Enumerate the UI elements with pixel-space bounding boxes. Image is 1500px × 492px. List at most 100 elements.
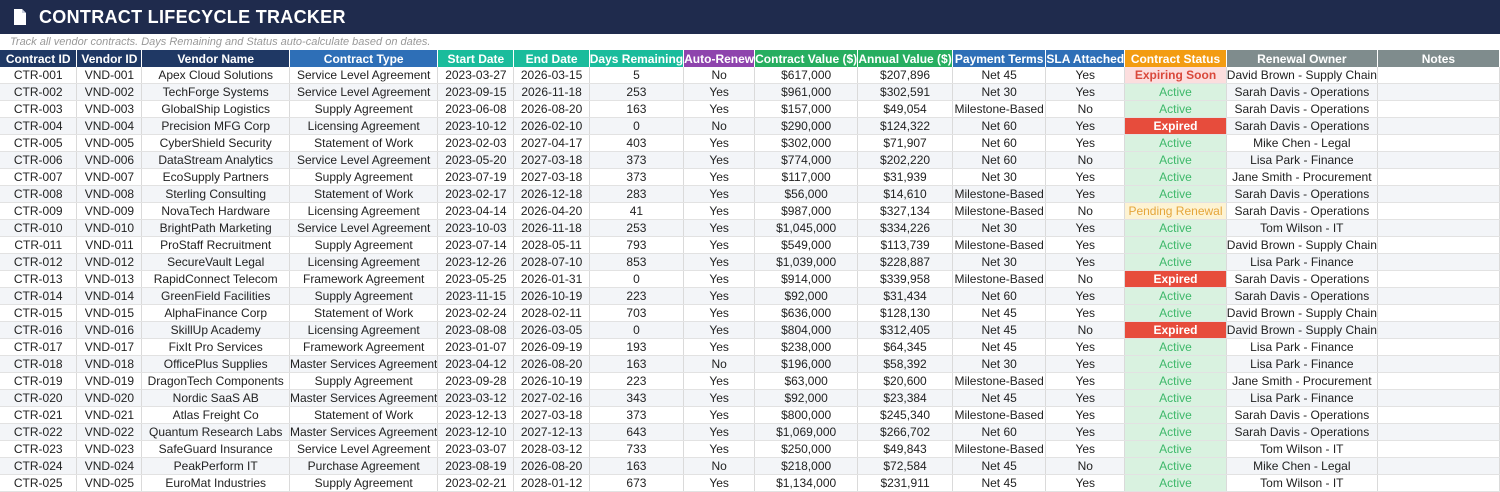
col-header-vendor-id[interactable]: Vendor ID xyxy=(76,50,143,67)
start-date-cell[interactable]: 2023-11-15 xyxy=(437,287,515,305)
annual-value-cell[interactable]: $49,054 xyxy=(857,100,953,118)
vendor-name-cell[interactable]: Sterling Consulting xyxy=(141,185,290,203)
end-date-cell[interactable]: 2027-02-16 xyxy=(513,389,590,407)
annual-value-cell[interactable]: $327,134 xyxy=(857,202,953,220)
contract-id-cell[interactable]: CTR-017 xyxy=(0,338,78,356)
days-remaining-cell[interactable]: 793 xyxy=(589,236,685,254)
contract-status-cell[interactable]: Active xyxy=(1124,100,1227,118)
payment-terms-cell[interactable]: Milestone-Based xyxy=(952,406,1047,424)
sla-attached-cell[interactable]: Yes xyxy=(1045,83,1126,101)
payment-terms-cell[interactable]: Net 45 xyxy=(952,67,1047,84)
start-date-cell[interactable]: 2023-10-03 xyxy=(437,219,515,237)
end-date-cell[interactable]: 2026-09-19 xyxy=(513,338,590,356)
contract-status-cell[interactable]: Active xyxy=(1124,287,1227,305)
vendor-name-cell[interactable]: Atlas Freight Co xyxy=(141,406,290,424)
payment-terms-cell[interactable]: Milestone-Based xyxy=(952,100,1047,118)
days-remaining-cell[interactable]: 673 xyxy=(589,474,685,492)
start-date-cell[interactable]: 2023-08-19 xyxy=(437,457,515,475)
contract-id-cell[interactable]: CTR-012 xyxy=(0,253,78,271)
notes-cell[interactable] xyxy=(1377,372,1500,390)
auto-renew-cell[interactable]: Yes xyxy=(683,338,756,356)
notes-cell[interactable] xyxy=(1377,304,1500,322)
vendor-name-cell[interactable]: Nordic SaaS AB xyxy=(141,389,290,407)
auto-renew-cell[interactable]: Yes xyxy=(683,185,756,203)
contract-value-cell[interactable]: $92,000 xyxy=(754,287,859,305)
days-remaining-cell[interactable]: 703 xyxy=(589,304,685,322)
contract-id-cell[interactable]: CTR-005 xyxy=(0,134,78,152)
renewal-owner-cell[interactable]: Lisa Park - Finance xyxy=(1226,253,1378,271)
vendor-name-cell[interactable]: ProStaff Recruitment xyxy=(141,236,290,254)
renewal-owner-cell[interactable]: Jane Smith - Procurement xyxy=(1226,168,1378,186)
auto-renew-cell[interactable]: Yes xyxy=(683,474,756,492)
auto-renew-cell[interactable]: Yes xyxy=(683,423,756,441)
contract-value-cell[interactable]: $1,069,000 xyxy=(754,423,859,441)
end-date-cell[interactable]: 2026-11-18 xyxy=(513,83,590,101)
sla-attached-cell[interactable]: No xyxy=(1045,151,1126,169)
contract-status-cell[interactable]: Expired xyxy=(1124,321,1227,339)
annual-value-cell[interactable]: $334,226 xyxy=(857,219,953,237)
annual-value-cell[interactable]: $231,911 xyxy=(857,474,953,492)
sla-attached-cell[interactable]: Yes xyxy=(1045,253,1126,271)
end-date-cell[interactable]: 2026-10-19 xyxy=(513,287,590,305)
start-date-cell[interactable]: 2023-03-27 xyxy=(437,67,515,84)
vendor-name-cell[interactable]: Precision MFG Corp xyxy=(141,117,290,135)
contract-status-cell[interactable]: Expired xyxy=(1124,117,1227,135)
contract-type-cell[interactable]: Statement of Work xyxy=(289,406,439,424)
contract-value-cell[interactable]: $238,000 xyxy=(754,338,859,356)
sla-attached-cell[interactable]: Yes xyxy=(1045,117,1126,135)
payment-terms-cell[interactable]: Net 30 xyxy=(952,83,1047,101)
contract-type-cell[interactable]: Supply Agreement xyxy=(289,236,439,254)
vendor-name-cell[interactable]: BrightPath Marketing xyxy=(141,219,290,237)
days-remaining-cell[interactable]: 5 xyxy=(589,67,685,84)
start-date-cell[interactable]: 2023-03-07 xyxy=(437,440,515,458)
start-date-cell[interactable]: 2023-04-14 xyxy=(437,202,515,220)
col-header-contract-type[interactable]: Contract Type xyxy=(289,50,439,67)
notes-cell[interactable] xyxy=(1377,219,1500,237)
sla-attached-cell[interactable]: Yes xyxy=(1045,372,1126,390)
notes-cell[interactable] xyxy=(1377,474,1500,492)
contract-value-cell[interactable]: $250,000 xyxy=(754,440,859,458)
end-date-cell[interactable]: 2026-11-18 xyxy=(513,219,590,237)
vendor-id-cell[interactable]: VND-009 xyxy=(76,202,143,220)
contract-id-cell[interactable]: CTR-019 xyxy=(0,372,78,390)
contract-id-cell[interactable]: CTR-008 xyxy=(0,185,78,203)
days-remaining-cell[interactable]: 163 xyxy=(589,100,685,118)
start-date-cell[interactable]: 2023-02-24 xyxy=(437,304,515,322)
contract-value-cell[interactable]: $157,000 xyxy=(754,100,859,118)
start-date-cell[interactable]: 2023-12-13 xyxy=(437,406,515,424)
contract-type-cell[interactable]: Licensing Agreement xyxy=(289,117,439,135)
days-remaining-cell[interactable]: 403 xyxy=(589,134,685,152)
contract-type-cell[interactable]: Supply Agreement xyxy=(289,287,439,305)
vendor-name-cell[interactable]: EuroMat Industries xyxy=(141,474,290,492)
sla-attached-cell[interactable]: Yes xyxy=(1045,474,1126,492)
vendor-id-cell[interactable]: VND-008 xyxy=(76,185,143,203)
renewal-owner-cell[interactable]: Sarah Davis - Operations xyxy=(1226,406,1378,424)
contract-status-cell[interactable]: Active xyxy=(1124,168,1227,186)
start-date-cell[interactable]: 2023-05-20 xyxy=(437,151,515,169)
contract-id-cell[interactable]: CTR-004 xyxy=(0,117,78,135)
col-header-sla-attached[interactable]: SLA Attached xyxy=(1045,50,1126,67)
contract-id-cell[interactable]: CTR-003 xyxy=(0,100,78,118)
contract-id-cell[interactable]: CTR-006 xyxy=(0,151,78,169)
contract-value-cell[interactable]: $549,000 xyxy=(754,236,859,254)
payment-terms-cell[interactable]: Milestone-Based xyxy=(952,202,1047,220)
sla-attached-cell[interactable]: Yes xyxy=(1045,236,1126,254)
payment-terms-cell[interactable]: Net 60 xyxy=(952,423,1047,441)
auto-renew-cell[interactable]: No xyxy=(683,117,756,135)
contract-value-cell[interactable]: $961,000 xyxy=(754,83,859,101)
auto-renew-cell[interactable]: Yes xyxy=(683,372,756,390)
auto-renew-cell[interactable]: Yes xyxy=(683,270,756,288)
renewal-owner-cell[interactable]: Lisa Park - Finance xyxy=(1226,389,1378,407)
contract-status-cell[interactable]: Active xyxy=(1124,372,1227,390)
vendor-id-cell[interactable]: VND-025 xyxy=(76,474,143,492)
contract-status-cell[interactable]: Active xyxy=(1124,253,1227,271)
days-remaining-cell[interactable]: 0 xyxy=(589,270,685,288)
vendor-id-cell[interactable]: VND-004 xyxy=(76,117,143,135)
end-date-cell[interactable]: 2027-03-18 xyxy=(513,151,590,169)
contract-status-cell[interactable]: Active xyxy=(1124,219,1227,237)
contract-status-cell[interactable]: Active xyxy=(1124,474,1227,492)
vendor-name-cell[interactable]: SkillUp Academy xyxy=(141,321,290,339)
payment-terms-cell[interactable]: Milestone-Based xyxy=(952,372,1047,390)
contract-type-cell[interactable]: Service Level Agreement xyxy=(289,219,439,237)
sla-attached-cell[interactable]: No xyxy=(1045,270,1126,288)
